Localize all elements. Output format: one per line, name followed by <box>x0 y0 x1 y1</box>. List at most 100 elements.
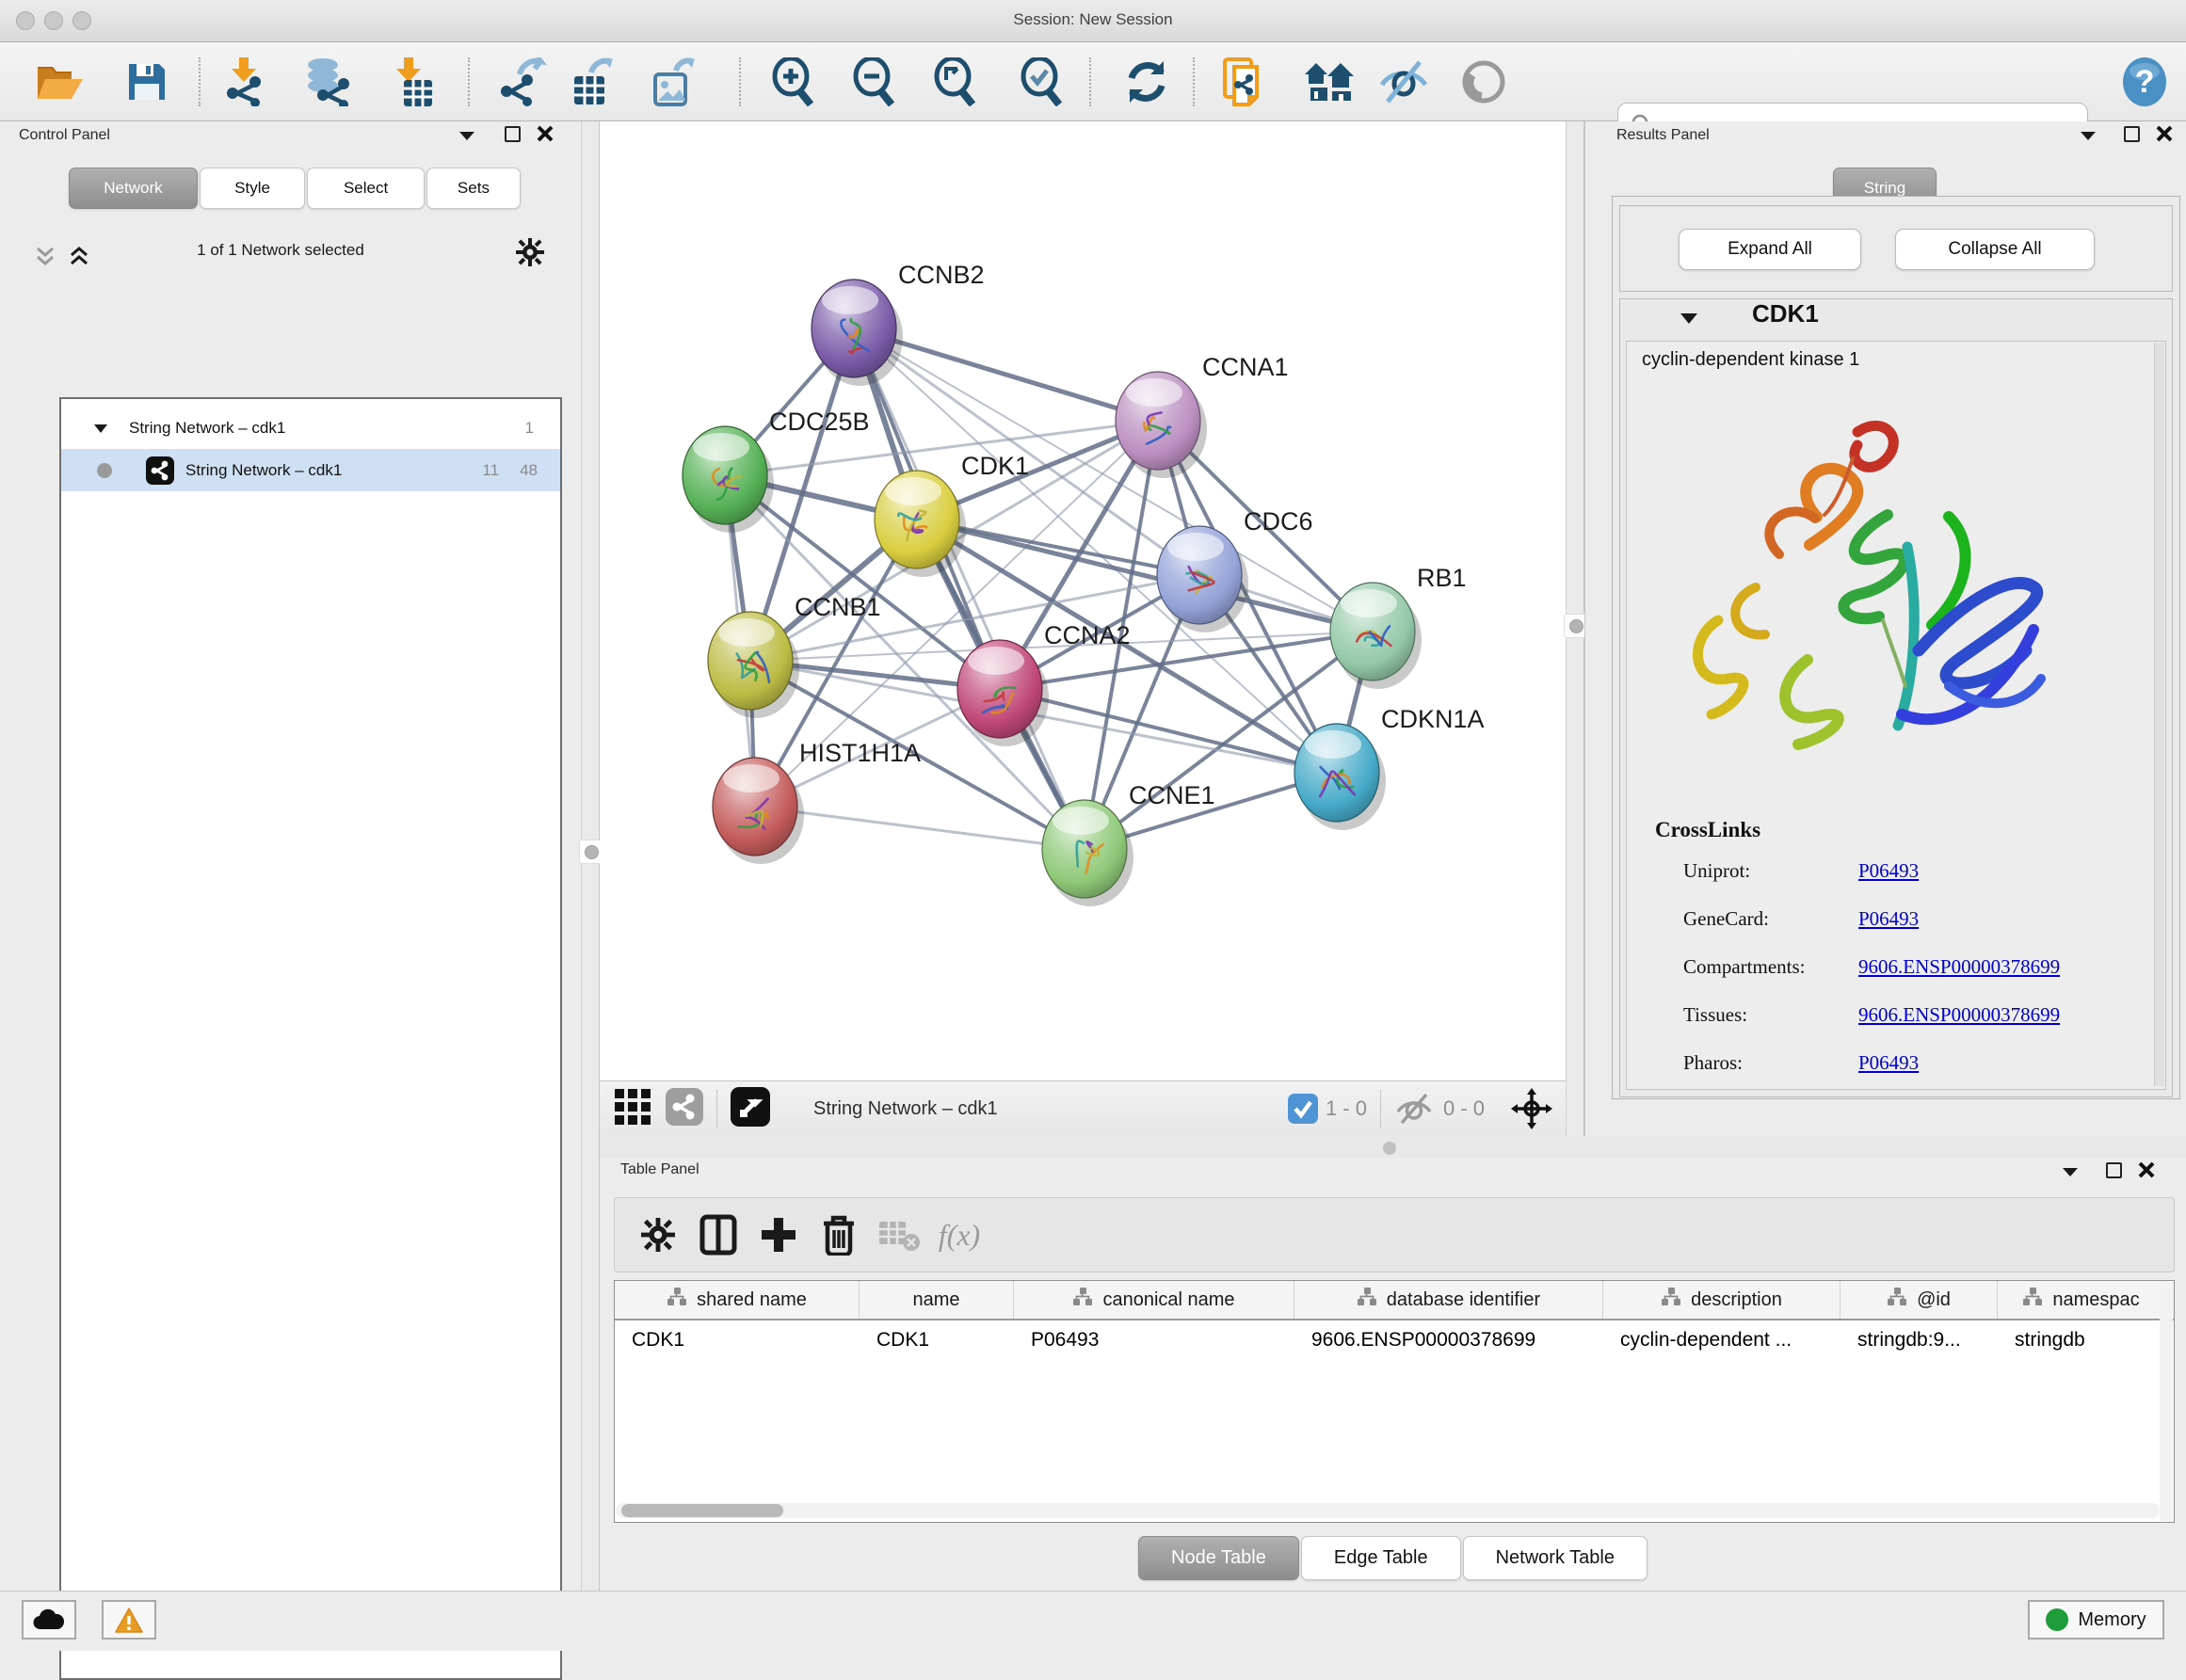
show-all-icon[interactable] <box>1455 54 1512 110</box>
hide-selected-icon[interactable] <box>1376 54 1433 110</box>
function-builder-icon[interactable]: f(x) <box>929 1208 989 1261</box>
network-node-ccne1[interactable]: CCNE1 <box>1042 781 1215 906</box>
panel-close-icon[interactable] <box>537 125 554 147</box>
delete-table-icon[interactable] <box>869 1208 929 1261</box>
table-row[interactable]: CDK1CDK1P064939606.ENSP00000378699cyclin… <box>615 1320 2174 1360</box>
table-vscrollbar[interactable] <box>2160 1282 2173 1521</box>
collection-label: String Network – cdk1 <box>129 419 285 438</box>
selected-checkbox-icon[interactable] <box>1288 1094 1318 1124</box>
network-row[interactable]: String Network – cdk1 11 48 <box>61 449 560 491</box>
open-session-icon[interactable] <box>32 54 88 110</box>
import-network-database-icon[interactable] <box>299 54 356 110</box>
expand-all-button[interactable]: Expand All <box>1679 229 1861 270</box>
zoom-in-icon[interactable] <box>764 54 821 110</box>
entry-collapse-icon[interactable] <box>1679 311 1699 326</box>
table-cell[interactable]: stringdb:9... <box>1840 1320 1998 1360</box>
cloud-status-button[interactable] <box>22 1600 76 1640</box>
column-header-canonical-name[interactable]: canonical name <box>1014 1281 1294 1319</box>
tab-select[interactable]: Select <box>307 168 425 209</box>
zoom-fit-icon[interactable] <box>926 54 983 110</box>
panel-collapse-icon[interactable] <box>2079 129 2098 147</box>
column-header-namespac[interactable]: namespac <box>1998 1281 2165 1319</box>
crosslink-url[interactable]: P06493 <box>1858 859 1919 883</box>
import-network-icon[interactable] <box>215 54 271 110</box>
network-node-hist1h1a[interactable]: HIST1H1A <box>713 739 921 864</box>
show-columns-icon[interactable] <box>688 1208 748 1261</box>
splitter-handle[interactable] <box>1383 1142 1396 1155</box>
panel-close-icon[interactable] <box>2138 1161 2155 1183</box>
table-cell[interactable]: stringdb <box>1998 1320 2165 1360</box>
tab-network[interactable]: Network <box>69 168 198 209</box>
table-hscrollbar[interactable] <box>616 1503 2160 1518</box>
tab-sets[interactable]: Sets <box>426 168 521 209</box>
grid-view-icon[interactable] <box>615 1089 651 1129</box>
panel-close-icon[interactable] <box>2156 125 2173 147</box>
duplicate-network-icon[interactable] <box>1216 54 1273 110</box>
create-column-icon[interactable] <box>748 1208 809 1261</box>
zoom-selected-icon[interactable] <box>1013 54 1069 110</box>
panel-float-icon[interactable] <box>505 126 521 142</box>
control-panel-splitter[interactable] <box>581 121 600 1591</box>
export-table-icon[interactable] <box>565 54 621 110</box>
delete-column-icon[interactable] <box>809 1208 869 1261</box>
tab-edge-table[interactable]: Edge Table <box>1301 1536 1461 1580</box>
panel-float-icon[interactable] <box>2106 1162 2122 1178</box>
panel-float-icon[interactable] <box>2124 126 2140 142</box>
table-panel-splitter[interactable] <box>600 1136 2186 1158</box>
export-image-icon[interactable] <box>646 54 702 110</box>
network-node-rb1[interactable]: RB1 <box>1330 564 1467 689</box>
panel-collapse-icon[interactable] <box>2061 1165 2080 1183</box>
save-session-icon[interactable] <box>119 54 175 110</box>
results-buttons-box: Expand All Collapse All <box>1619 205 2173 292</box>
network-options-gear-icon[interactable] <box>516 238 544 271</box>
network-collection-row[interactable]: String Network – cdk1 1 <box>61 407 560 449</box>
network-edge <box>854 328 1085 849</box>
memory-button[interactable]: Memory <box>2028 1600 2164 1640</box>
warning-status-button[interactable] <box>102 1600 156 1640</box>
crosslink-url[interactable]: P06493 <box>1858 907 1919 931</box>
home-icon[interactable] <box>1301 54 1358 110</box>
table-cell[interactable]: CDK1 <box>860 1320 1014 1360</box>
tab-network-table[interactable]: Network Table <box>1463 1536 1648 1580</box>
network-node-cdc6[interactable]: CDC6 <box>1157 507 1313 632</box>
import-table-icon[interactable] <box>384 54 441 110</box>
column-header--id[interactable]: @id <box>1840 1281 1998 1319</box>
column-label: shared name <box>697 1289 807 1311</box>
results-scrollbar[interactable] <box>2154 343 2164 1086</box>
network-edges[interactable] <box>725 328 1373 849</box>
network-canvas[interactable]: CCNB2CCNA1CDC25BCDK1CDC6RB1CCNB1CCNA2CDK… <box>600 121 1566 1080</box>
column-type-icon <box>1357 1288 1377 1312</box>
hidden-eye-icon[interactable] <box>1394 1093 1436 1125</box>
birdseye-view-icon[interactable] <box>731 1087 770 1131</box>
zoom-out-icon[interactable] <box>845 54 902 110</box>
network-node-ccnb2[interactable]: CCNB2 <box>812 261 985 386</box>
collapse-all-button[interactable]: Collapse All <box>1895 229 2095 270</box>
column-header-name[interactable]: name <box>860 1281 1014 1319</box>
table-settings-gear-icon[interactable] <box>628 1208 688 1261</box>
crosslink-url[interactable]: 9606.ENSP00000378699 <box>1858 955 2060 979</box>
network-node-cdkn1a[interactable]: CDKN1A <box>1294 705 1485 830</box>
pan-crosshair-icon[interactable] <box>1511 1088 1552 1129</box>
splitter-handle[interactable] <box>1569 619 1583 633</box>
tab-node-table[interactable]: Node Table <box>1138 1536 1299 1580</box>
column-header-shared-name[interactable]: shared name <box>615 1281 860 1319</box>
collapse-all-icon[interactable] <box>34 245 56 274</box>
network-node-cdk1[interactable]: CDK1 <box>875 452 1029 577</box>
column-header-database-identifier[interactable]: database identifier <box>1294 1281 1603 1319</box>
network-view-icon[interactable] <box>666 1088 703 1130</box>
tab-style[interactable]: Style <box>200 168 305 209</box>
splitter-handle[interactable] <box>585 845 599 859</box>
help-icon[interactable]: ? <box>2116 54 2173 110</box>
collection-expand-icon[interactable] <box>93 423 108 434</box>
refresh-icon[interactable] <box>1118 54 1175 110</box>
crosslink-url[interactable]: 9606.ENSP00000378699 <box>1858 1003 2060 1027</box>
export-network-icon[interactable] <box>495 54 552 110</box>
crosslink-url[interactable]: P06493 <box>1858 1051 1919 1075</box>
table-cell[interactable]: P06493 <box>1014 1320 1294 1360</box>
table-cell[interactable]: CDK1 <box>615 1320 860 1360</box>
table-cell[interactable]: 9606.ENSP00000378699 <box>1294 1320 1603 1360</box>
panel-collapse-icon[interactable] <box>458 129 476 147</box>
network-node-ccna1[interactable]: CCNA1 <box>1116 353 1289 478</box>
column-header-description[interactable]: description <box>1603 1281 1840 1319</box>
table-cell[interactable]: cyclin-dependent ... <box>1603 1320 1840 1360</box>
